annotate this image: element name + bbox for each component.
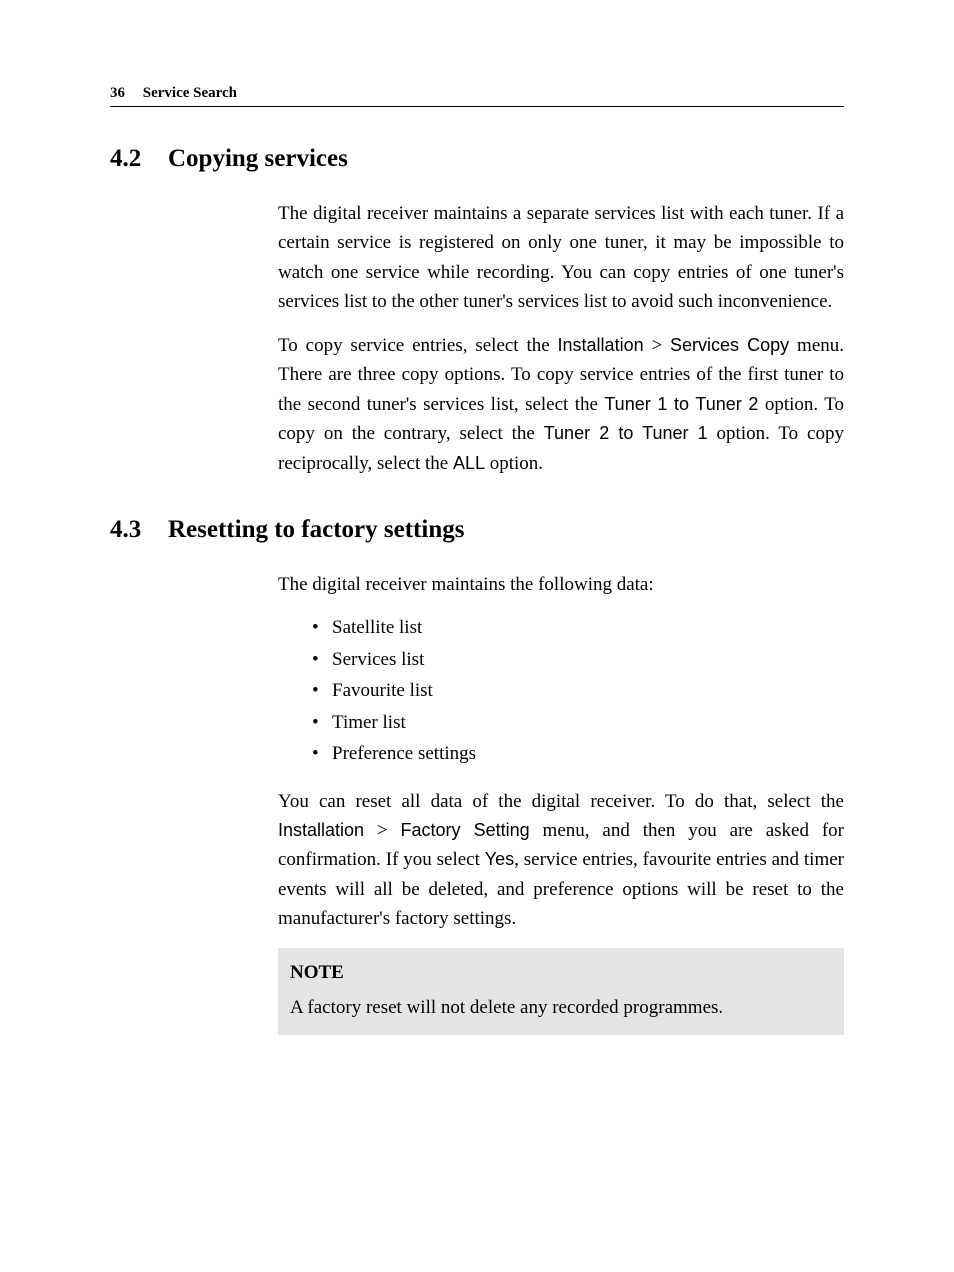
list-item: Satellite list [332,613,844,642]
section-heading: 4.3 Resetting to factory settings [110,516,844,544]
ui-label: Installation [278,820,364,840]
section-heading: 4.2 Copying services [110,145,844,173]
page: 36 Service Search 4.2 Copying services T… [0,0,954,1272]
list-item: Favourite list [332,676,844,705]
menu-separator: > [364,820,400,841]
ui-label: Services Copy [670,335,789,355]
running-header: 36 Service Search [110,85,844,107]
paragraph: The digital receiver maintains the follo… [278,570,844,599]
list-item: Preference settings [332,739,844,768]
ui-label: Tuner 1 to Tuner 2 [604,394,758,414]
list-item: Timer list [332,708,844,737]
ui-label: Installation [558,335,644,355]
page-number: 36 [110,85,125,101]
running-title: Service Search [143,85,237,101]
paragraph: The digital receiver maintains a separat… [278,199,844,317]
section-body: The digital receiver maintains a separat… [278,199,844,478]
section-number: 4.2 [110,145,150,173]
note-text: A factory reset will not delete any reco… [290,993,832,1022]
ui-label: Yes [485,849,514,869]
note-box: NOTE A factory reset will not delete any… [278,948,844,1035]
ui-label: ALL [453,453,485,473]
menu-separator: > [644,335,670,356]
ui-label: Tuner 2 to Tuner 1 [544,423,708,443]
section-4-3: 4.3 Resetting to factory settings The di… [110,516,844,1035]
paragraph: To copy service entries, select the Inst… [278,331,844,478]
section-body: The digital receiver maintains the follo… [278,570,844,1035]
section-number: 4.3 [110,516,150,544]
paragraph: You can reset all data of the digital re… [278,787,844,934]
section-4-2: 4.2 Copying services The digital receive… [110,145,844,478]
ui-label: Factory Setting [401,820,530,840]
note-title: NOTE [290,958,832,987]
section-title: Copying services [168,145,348,173]
section-title: Resetting to factory settings [168,516,464,544]
bullet-list: Satellite list Services listFavourite lis… [278,613,844,768]
list-item: Services list [332,645,844,674]
